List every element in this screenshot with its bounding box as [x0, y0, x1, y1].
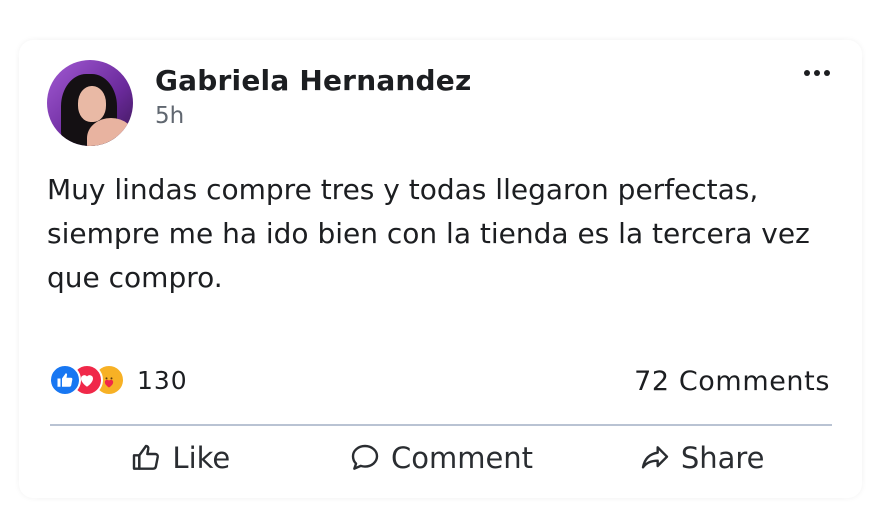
- share-icon: [641, 446, 669, 469]
- reactions-summary[interactable]: 130: [49, 362, 188, 398]
- comment-button[interactable]: Comment: [311, 435, 572, 481]
- avatar-face: [78, 86, 106, 122]
- author-avatar[interactable]: [47, 60, 133, 146]
- post-time[interactable]: 5h: [155, 103, 184, 129]
- dot-icon: [824, 70, 830, 76]
- comment-label: Comment: [390, 441, 534, 475]
- comment-icon: [351, 444, 379, 470]
- share-button[interactable]: Share: [571, 435, 832, 481]
- post-card: Gabriela Hernandez 5h Muy lindas compre …: [19, 40, 862, 498]
- author-name[interactable]: Gabriela Hernandez: [155, 64, 471, 97]
- comments-count-link[interactable]: 72 Comments: [634, 366, 830, 397]
- divider: [50, 424, 832, 426]
- dot-icon: [814, 70, 820, 76]
- avatar-shoulder: [87, 118, 133, 146]
- like-label: Like: [172, 441, 231, 475]
- post-text: Muy lindas compre tres y todas llegaron …: [47, 173, 810, 294]
- like-icon: [49, 364, 81, 396]
- like-button[interactable]: Like: [50, 435, 311, 481]
- action-bar: Like Comment Share: [50, 435, 832, 481]
- more-options-button[interactable]: [804, 66, 834, 80]
- dot-icon: [804, 70, 810, 76]
- thumbs-up-icon: [133, 444, 160, 470]
- share-label: Share: [680, 441, 765, 475]
- reaction-count: 130: [137, 365, 188, 395]
